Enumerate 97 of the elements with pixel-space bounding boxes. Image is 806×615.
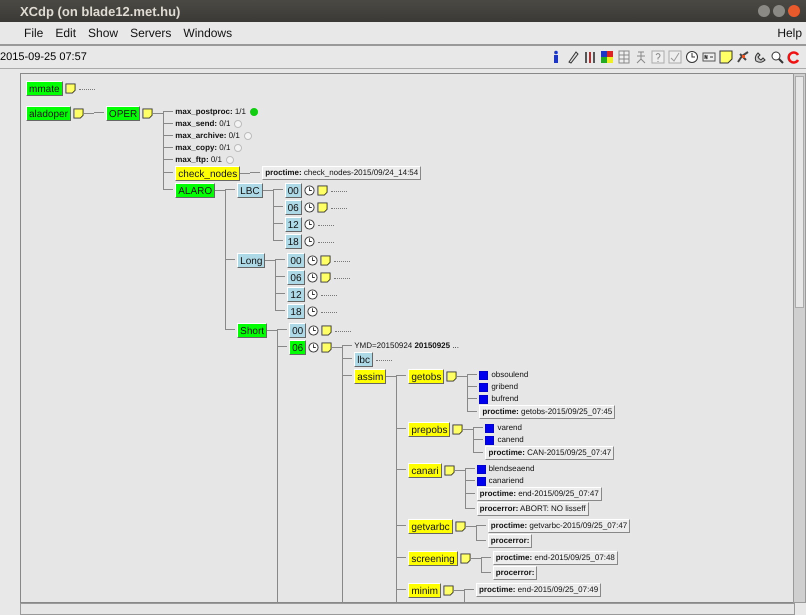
tree-node[interactable]: mmate (26, 81, 63, 96)
limit-label: max_copy: 0/1 (175, 142, 230, 154)
satellite-icon[interactable] (735, 49, 751, 65)
event-label: bufrend (491, 393, 518, 405)
label-attribute: proctime: end-2015/09/25_07:49 (476, 583, 602, 597)
label-attribute: procerror: (492, 566, 538, 580)
tree-node[interactable]: Short (237, 323, 268, 338)
note-icon (64, 83, 76, 94)
tree-node[interactable]: 06 (289, 340, 306, 355)
event-label: gribend (491, 381, 518, 393)
tree-node[interactable]: lbc (354, 352, 373, 367)
menu-item[interactable]: Help (777, 26, 802, 40)
limit-label: max_archive: 0/1 (175, 130, 240, 142)
note-icon[interactable] (718, 49, 734, 65)
note-icon (443, 585, 454, 596)
note-icon (454, 521, 466, 532)
tree-node[interactable]: 00 (287, 253, 305, 268)
limit-label: max_postproc: 1/1 (175, 106, 246, 118)
minimize-button[interactable] (758, 5, 770, 17)
label-attribute: proctime: getobs-2015/09/25_07:45 (479, 405, 616, 419)
menu-item[interactable]: Show (88, 26, 118, 40)
clock-icon (306, 306, 318, 317)
tree-node[interactable]: check_nodes (175, 166, 240, 181)
check-icon[interactable] (667, 49, 683, 65)
tree-node[interactable]: 00 (284, 183, 302, 198)
tree-node[interactable]: ALARO (175, 183, 216, 198)
menu-item[interactable]: File (24, 26, 44, 40)
clock-icon[interactable] (684, 49, 700, 65)
note-icon (446, 371, 458, 382)
color-grid-icon[interactable] (599, 49, 615, 65)
clock-icon (308, 342, 320, 353)
tree-node[interactable]: 00 (289, 323, 306, 338)
vertical-scrollbar[interactable] (793, 73, 806, 603)
note-icon (444, 465, 455, 476)
label-attribute: proctime: CAN-2015/09/25_07:47 (485, 446, 614, 460)
clock-icon (306, 289, 318, 300)
note-icon (72, 108, 84, 119)
close-button[interactable] (788, 5, 800, 17)
tree-node[interactable]: OPER (106, 106, 140, 121)
clock-icon (304, 202, 315, 213)
note-icon (460, 553, 471, 564)
tree-node[interactable]: 06 (287, 270, 305, 285)
note-icon (316, 202, 328, 213)
menu-item[interactable]: Servers (130, 26, 172, 40)
tree-node[interactable]: 06 (284, 200, 302, 215)
clock-icon (304, 185, 315, 196)
note-icon (452, 424, 464, 435)
limit-label: max_send: 0/1 (175, 118, 230, 130)
clock-icon (306, 255, 318, 266)
bars-icon[interactable] (582, 49, 598, 65)
label-attribute: procerror: (488, 534, 532, 548)
table-icon[interactable] (616, 49, 632, 65)
event-label: blendseaend (488, 463, 534, 475)
timestamp: 2015-09-25 07:57 (0, 51, 87, 63)
tree-node[interactable]: assim (354, 369, 386, 384)
note-icon (320, 255, 331, 266)
clock-icon (304, 236, 315, 247)
maximize-button[interactable] (773, 5, 785, 17)
tree-node[interactable]: 12 (287, 287, 305, 302)
label-attribute: proctime: getvarbc-2015/09/25_07:47 (488, 519, 630, 533)
tree-node[interactable]: 18 (287, 304, 305, 319)
event-label: obsoulend (491, 369, 528, 381)
tree-node[interactable]: canari (408, 463, 442, 478)
label-attribute: proctime: end-2015/09/25_07:47 (476, 487, 602, 501)
tree-node[interactable]: 12 (284, 217, 302, 232)
tree-node[interactable]: 18 (284, 234, 302, 249)
clock-icon (308, 325, 320, 336)
tree-node[interactable]: LBC (237, 183, 263, 198)
search-icon[interactable] (769, 49, 785, 65)
note-icon (142, 108, 154, 119)
label-attribute: proctime: end-2015/09/25_07:48 (492, 551, 618, 565)
event-label: canariend (488, 475, 524, 487)
note-icon (320, 272, 331, 283)
tree-node[interactable]: getobs (408, 369, 444, 384)
variable-text: YMD=20150924 20150925 ... (354, 340, 459, 352)
event-label: varend (497, 422, 522, 434)
note-icon (316, 185, 328, 196)
label-attribute: procerror: ABORT: NO lisseff (476, 502, 589, 516)
tree-node[interactable]: getvarbc (408, 519, 453, 534)
label-attribute: proctime: check_nodes-2015/09/24_14:54 (262, 166, 422, 180)
clock-icon (304, 219, 315, 230)
horizontal-scrollbar[interactable] (20, 603, 795, 615)
tree-node[interactable]: prepobs (408, 422, 450, 437)
menu-item[interactable]: Edit (55, 26, 76, 40)
note-icon (321, 342, 332, 353)
tree-node[interactable]: minim (408, 583, 441, 598)
limit-label: max_ftp: 0/1 (175, 154, 222, 166)
refresh-icon[interactable] (786, 49, 802, 65)
menu-item[interactable]: Windows (183, 26, 232, 40)
window-title: XCdp (on blade12.met.hu) (20, 4, 182, 18)
tree-node[interactable]: aladoper (26, 106, 71, 121)
help-icon[interactable] (650, 49, 666, 65)
note-icon (321, 325, 332, 336)
tree-node[interactable]: screening (408, 551, 458, 566)
tree-node[interactable]: Long (237, 253, 266, 268)
clock-icon (306, 272, 318, 283)
event-label: canend (497, 434, 524, 446)
